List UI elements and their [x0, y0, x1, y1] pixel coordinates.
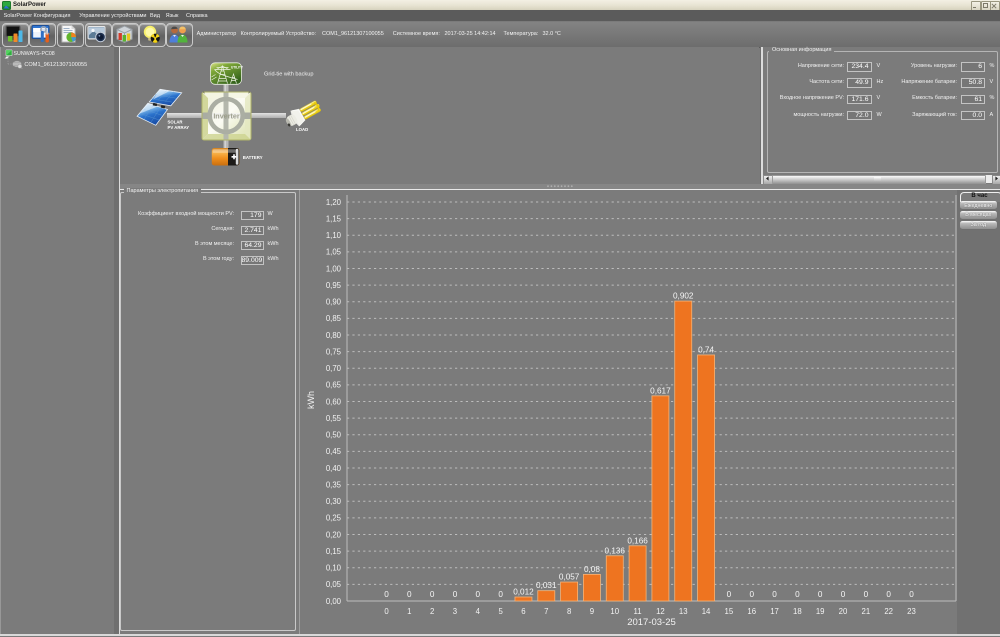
svg-text:0,90: 0,90 — [326, 298, 342, 307]
svg-text:0: 0 — [453, 590, 458, 599]
svg-text:0: 0 — [384, 607, 389, 616]
svg-text:BATTERY: BATTERY — [243, 155, 263, 160]
svg-text:13: 13 — [679, 607, 688, 616]
svg-text:0,15: 0,15 — [326, 547, 342, 556]
svg-text:0,30: 0,30 — [326, 497, 342, 506]
svg-text:LOAD: LOAD — [296, 127, 308, 132]
svg-text:1,05: 1,05 — [326, 248, 342, 257]
svg-text:11: 11 — [634, 607, 642, 616]
svg-text:0: 0 — [384, 590, 389, 599]
svg-text:Grid-tie with backup: Grid-tie with backup — [264, 72, 313, 78]
svg-text:0,05: 0,05 — [326, 580, 342, 589]
svg-text:0: 0 — [818, 590, 823, 599]
svg-text:3: 3 — [453, 607, 457, 616]
svg-text:0,20: 0,20 — [326, 530, 342, 539]
svg-text:0,95: 0,95 — [326, 281, 342, 290]
svg-text:12: 12 — [656, 607, 665, 616]
svg-text:0,74: 0,74 — [698, 345, 714, 354]
svg-text:0: 0 — [476, 590, 481, 599]
svg-text:0,75: 0,75 — [326, 347, 342, 356]
svg-text:kWh: kWh — [306, 391, 316, 409]
svg-text:19: 19 — [816, 607, 825, 616]
svg-text:17: 17 — [770, 607, 779, 616]
svg-text:SOLAR: SOLAR — [168, 120, 184, 125]
svg-text:0: 0 — [841, 590, 846, 599]
svg-text:15: 15 — [725, 607, 734, 616]
svg-text:16: 16 — [747, 607, 756, 616]
svg-text:1,15: 1,15 — [326, 214, 342, 223]
svg-text:UTILITY: UTILITY — [231, 66, 244, 70]
svg-text:8: 8 — [567, 607, 571, 616]
svg-text:21: 21 — [862, 607, 871, 616]
svg-text:0: 0 — [795, 590, 800, 599]
svg-text:0,902: 0,902 — [673, 292, 694, 301]
svg-text:14: 14 — [702, 607, 711, 616]
svg-text:0: 0 — [886, 590, 891, 599]
svg-text:PV ARRAY: PV ARRAY — [168, 125, 190, 130]
svg-text:0: 0 — [407, 590, 412, 599]
svg-text:0,10: 0,10 — [326, 564, 342, 573]
svg-text:2017-03-25: 2017-03-25 — [627, 617, 676, 628]
svg-text:20: 20 — [839, 607, 848, 616]
svg-text:23: 23 — [907, 607, 916, 616]
svg-text:0,40: 0,40 — [326, 464, 342, 473]
svg-text:6: 6 — [521, 607, 525, 616]
svg-text:0: 0 — [772, 590, 777, 599]
svg-text:0,057: 0,057 — [559, 573, 580, 582]
svg-text:0,136: 0,136 — [605, 546, 626, 555]
svg-text:22: 22 — [884, 607, 893, 616]
svg-text:0,00: 0,00 — [326, 597, 342, 606]
svg-text:0,25: 0,25 — [326, 514, 342, 523]
svg-text:0,08: 0,08 — [584, 565, 600, 574]
svg-text:0,65: 0,65 — [326, 381, 342, 390]
svg-text:0,617: 0,617 — [650, 386, 671, 395]
svg-text:0,35: 0,35 — [326, 480, 342, 489]
svg-text:18: 18 — [793, 607, 802, 616]
svg-text:Inverter: Inverter — [213, 112, 240, 121]
svg-text:1,00: 1,00 — [326, 264, 342, 273]
svg-text:0,80: 0,80 — [326, 331, 342, 340]
svg-text:0: 0 — [430, 590, 435, 599]
svg-text:5: 5 — [498, 607, 503, 616]
svg-text:1,10: 1,10 — [326, 231, 342, 240]
svg-text:0: 0 — [864, 590, 869, 599]
svg-text:0: 0 — [498, 590, 503, 599]
svg-text:1: 1 — [407, 607, 411, 616]
svg-text:0: 0 — [909, 590, 914, 599]
svg-text:0,031: 0,031 — [536, 581, 557, 590]
svg-text:0,50: 0,50 — [326, 431, 342, 440]
svg-text:0,85: 0,85 — [326, 314, 342, 323]
svg-text:1,20: 1,20 — [326, 198, 342, 207]
svg-text:2: 2 — [430, 607, 434, 616]
svg-text:0: 0 — [749, 590, 754, 599]
svg-text:4: 4 — [476, 607, 481, 616]
svg-text:0,60: 0,60 — [326, 397, 342, 406]
svg-text:0,012: 0,012 — [513, 588, 534, 597]
svg-text:0,70: 0,70 — [326, 364, 342, 373]
svg-text:7: 7 — [544, 607, 548, 616]
svg-text:9: 9 — [590, 607, 594, 616]
svg-text:0,55: 0,55 — [326, 414, 342, 423]
svg-text:0: 0 — [727, 590, 732, 599]
svg-text:10: 10 — [610, 607, 619, 616]
svg-text:0,45: 0,45 — [326, 447, 342, 456]
svg-text:0,166: 0,166 — [627, 536, 648, 545]
